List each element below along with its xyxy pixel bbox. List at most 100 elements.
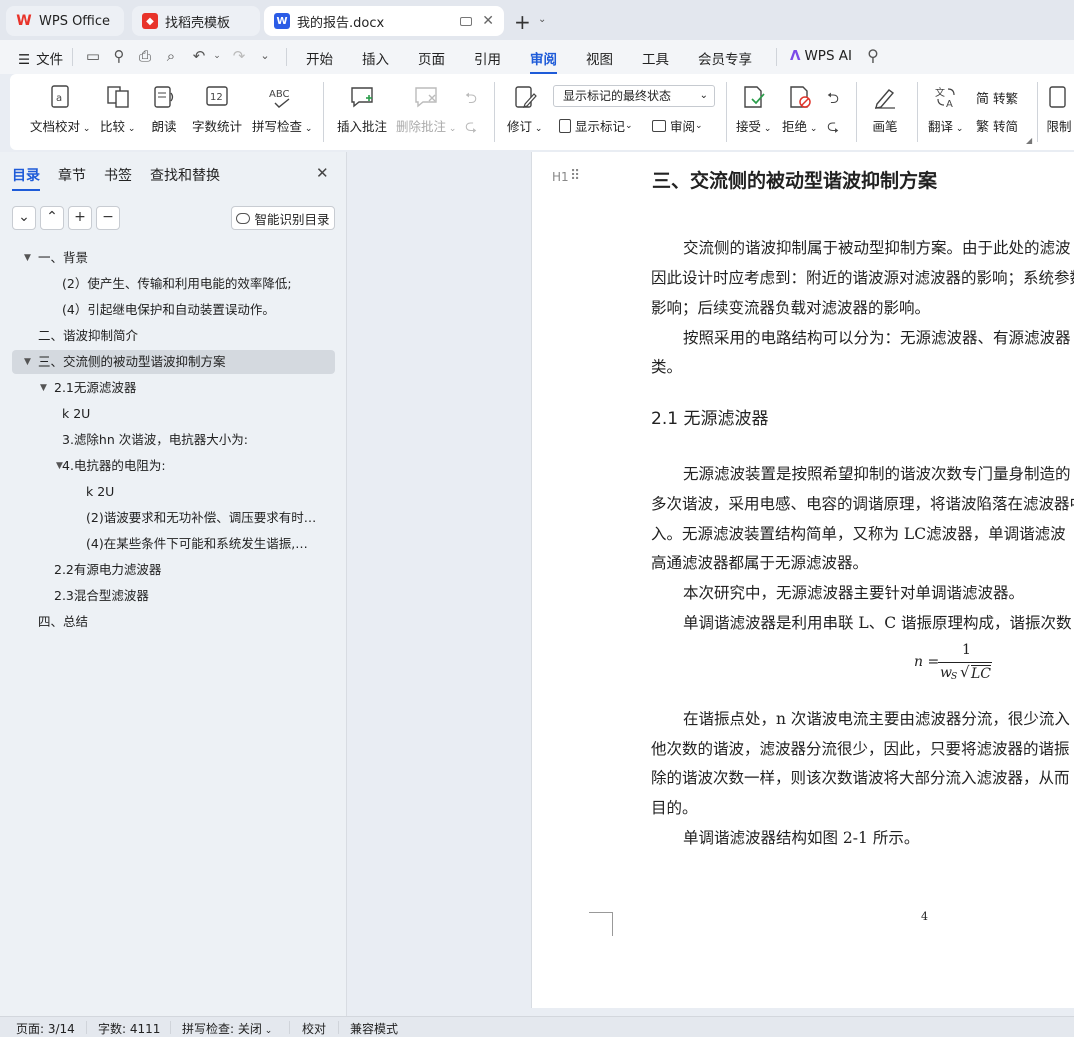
tab-bookmarks[interactable]: 书签 <box>104 165 132 185</box>
paragraph-line: 他次数的谐波，滤波器分流很少，因此，只要将滤波器的谐振 <box>651 740 1070 758</box>
compare-button[interactable]: 比较 ⌄ <box>100 84 135 135</box>
to-simplified-button[interactable]: 繁转简 <box>976 116 1018 135</box>
window-icon[interactable] <box>460 16 472 26</box>
toc-item[interactable]: 3.滤除hn 次谐波，电抗器大小为: <box>62 428 320 452</box>
menu-item-review[interactable]: 审阅 <box>530 48 557 74</box>
review-pane-button[interactable]: 审阅 ⌄ <box>652 116 703 135</box>
formula-denominator-sub: S <box>951 672 958 682</box>
more-chevron-icon[interactable]: ⌄ <box>256 47 274 65</box>
close-panel-icon[interactable]: ✕ <box>316 164 329 182</box>
menu-item-view[interactable]: 视图 <box>586 48 613 68</box>
translate-button[interactable]: 文A 翻译 ⌄ <box>928 84 963 135</box>
new-tab-icon[interactable]: + <box>514 10 531 34</box>
tab-docer-templates[interactable]: ◆ 找稻壳模板 <box>132 6 260 36</box>
menu-item-page[interactable]: 页面 <box>418 48 445 68</box>
page-indicator[interactable]: 页面: 3/14 <box>16 1020 75 1037</box>
menu-item-tools[interactable]: 工具 <box>642 48 669 68</box>
share-icon[interactable]: ⚲ <box>110 47 128 65</box>
chevron-down-icon[interactable]: ⌄ <box>538 14 546 25</box>
tab-document[interactable]: W 我的报告.docx ✕ <box>264 6 504 36</box>
to-traditional-button[interactable]: 简转繁 <box>976 88 1018 107</box>
toc-item[interactable]: 2.3混合型滤波器 <box>54 584 320 608</box>
proofread-button[interactable]: 校对 <box>302 1020 326 1037</box>
toc-item[interactable]: k 2U <box>86 480 320 504</box>
collapse-caret-icon[interactable]: ▼ <box>24 357 31 367</box>
to-traditional-icon: 简 <box>976 92 990 107</box>
tab-wps-office[interactable]: W WPS Office <box>6 6 124 36</box>
remove-level-button[interactable]: − <box>96 206 120 230</box>
menu-item-member[interactable]: 会员专享 <box>698 48 752 68</box>
menu-item-start[interactable]: 开始 <box>306 48 333 68</box>
print-icon[interactable]: ⎙ <box>136 47 154 65</box>
doc-check-button[interactable]: a 文档校对 ⌄ <box>30 84 90 135</box>
paragraph-line: 交流侧的谐波抑制属于被动型抑制方案。由于此处的滤波 <box>683 239 1071 257</box>
word-count-indicator[interactable]: 字数: 4111 <box>98 1020 160 1037</box>
toc-item[interactable]: (2)谐波要求和无功补偿、调压要求有时难 ... <box>86 506 320 530</box>
expand-ribbon-icon[interactable]: ◢ <box>1026 136 1032 145</box>
paragraph-line: 影响；后续变流器负载对滤波器的影响。 <box>651 299 931 317</box>
next-change-icon[interactable]: ⮎ <box>827 116 839 141</box>
toc-item-label: 4.电抗器的电阻为: <box>62 458 166 473</box>
toc-item[interactable]: 四、总结 <box>38 610 320 634</box>
prev-change-icon[interactable]: ⮌ <box>827 88 839 113</box>
prev-comment-icon[interactable]: ⮌ <box>465 88 477 113</box>
markup-mode-select[interactable]: 显示标记的最终状态 ⌄ <box>553 85 715 107</box>
accept-icon <box>741 84 767 110</box>
spell-check-label: 拼写检查 <box>252 119 303 134</box>
to-traditional-label: 转繁 <box>993 91 1019 106</box>
read-aloud-button[interactable]: 朗读 <box>151 84 177 135</box>
word-count-button[interactable]: 12 字数统计 <box>192 84 242 135</box>
spell-check-status[interactable]: 拼写检查: 关闭 ⌄ <box>182 1020 272 1037</box>
close-icon[interactable]: ✕ <box>482 13 494 29</box>
redo-icon[interactable]: ↷ <box>230 47 248 65</box>
collapse-caret-icon[interactable]: ▼ <box>24 253 31 263</box>
show-markup-icon <box>559 118 571 133</box>
wps-ai-button[interactable]: ᐱ WPS AI <box>790 48 852 64</box>
chevron-down-icon[interactable]: ⌄ <box>208 47 226 65</box>
toc-item[interactable]: 一、背景 <box>38 246 320 270</box>
drag-handle-icon[interactable]: ⠿ <box>570 168 580 184</box>
accept-button[interactable]: 接受 ⌄ <box>736 84 771 135</box>
toc-item[interactable]: 二、谐波抑制简介 <box>38 324 320 348</box>
toc-item[interactable]: (4)在某些条件下可能和系统发生谐振,引发 ... <box>86 532 320 556</box>
tab-toc[interactable]: 目录 <box>12 165 40 191</box>
toc-item[interactable]: 4.电抗器的电阻为: <box>62 454 320 478</box>
track-changes-button[interactable]: 修订 ⌄ <box>507 84 542 135</box>
file-menu[interactable]: ☰ 文件 <box>18 48 63 68</box>
divider <box>917 82 918 142</box>
save-icon[interactable]: ▭ <box>84 47 102 65</box>
add-level-button[interactable]: + <box>68 206 92 230</box>
svg-text:A: A <box>946 99 953 110</box>
toc-item[interactable]: 三、交流侧的被动型谐波抑制方案 <box>12 350 335 374</box>
toc-item[interactable]: (2）使产生、传输和利用电能的效率降低; <box>62 272 320 296</box>
collapse-caret-icon[interactable]: ▼ <box>56 461 63 471</box>
accept-label: 接受 <box>736 119 762 134</box>
collapse-caret-icon[interactable]: ▼ <box>40 383 47 393</box>
show-markup-button[interactable]: 显示标记 ⌄ <box>559 116 633 135</box>
reject-button[interactable]: 拒绝 ⌄ <box>782 84 817 135</box>
tab-find-replace[interactable]: 查找和替换 <box>150 165 220 185</box>
spell-check-button[interactable]: ABC 拼写检查 ⌄ <box>252 84 312 135</box>
collapse-up-button[interactable]: ⌃ <box>40 206 64 230</box>
toc-item[interactable]: k 2U <box>62 402 320 426</box>
expand-down-button[interactable]: ⌄ <box>12 206 36 230</box>
document-page[interactable]: H1 ⠿ 三、交流侧的被动型谐波抑制方案 交流侧的谐波抑制属于被动型抑制方案。由… <box>531 152 1074 1008</box>
toc-item[interactable]: 2.2有源电力滤波器 <box>54 558 320 582</box>
tab-sections[interactable]: 章节 <box>58 165 86 185</box>
auto-detect-toc-button[interactable]: 智能识别目录 <box>231 206 335 230</box>
insert-comment-button[interactable]: 插入批注 <box>337 84 387 135</box>
undo-icon[interactable]: ↶ <box>190 47 208 65</box>
restrict-button[interactable]: 限制 <box>1046 84 1072 135</box>
divider <box>726 82 727 142</box>
toc-item[interactable]: 2.1无源滤波器 <box>54 376 320 400</box>
print-preview-icon[interactable]: ⌕ <box>162 47 180 65</box>
toc-item-label: 2.2有源电力滤波器 <box>54 562 162 577</box>
menu-item-reference[interactable]: 引用 <box>474 48 501 68</box>
divider <box>72 48 73 66</box>
toc-item[interactable]: (4）引起继电保护和自动装置误动作。 <box>62 298 320 322</box>
delete-comment-button[interactable]: 删除批注 ⌄ <box>396 84 456 135</box>
menu-item-insert[interactable]: 插入 <box>362 48 389 68</box>
next-comment-icon[interactable]: ⮎ <box>465 116 477 141</box>
search-icon[interactable]: ⚲ <box>864 47 882 65</box>
pen-button[interactable]: 画笔 <box>872 84 898 135</box>
